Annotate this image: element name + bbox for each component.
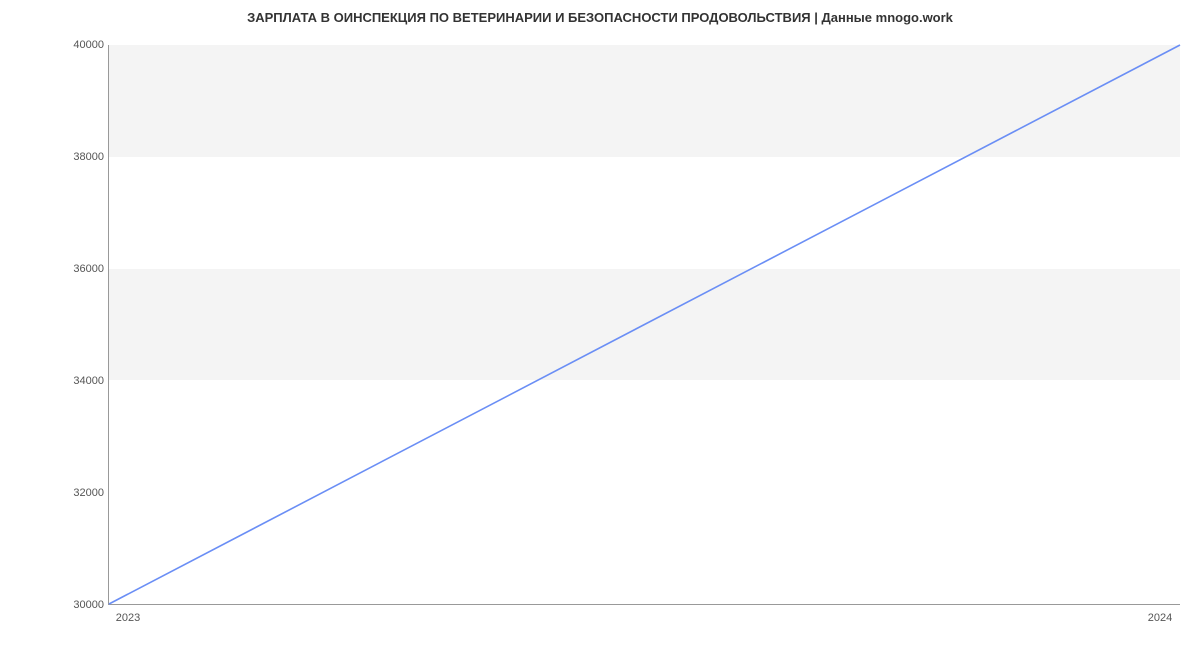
x-tick-label: 2024: [1148, 612, 1172, 624]
y-tick-label: 32000: [44, 487, 104, 499]
y-tick-label: 34000: [44, 375, 104, 387]
x-tick-label: 2023: [116, 612, 140, 624]
y-tick-label: 30000: [44, 599, 104, 611]
y-tick-label: 38000: [44, 151, 104, 163]
y-tick-label: 36000: [44, 263, 104, 275]
chart-root: ЗАРПЛАТА В ОИНСПЕКЦИЯ ПО ВЕТЕРИНАРИИ И Б…: [0, 0, 1200, 650]
line-svg: [109, 45, 1180, 604]
series-line: [109, 45, 1180, 604]
chart-title: ЗАРПЛАТА В ОИНСПЕКЦИЯ ПО ВЕТЕРИНАРИИ И Б…: [0, 10, 1200, 25]
plot-area: [108, 45, 1180, 605]
y-tick-label: 40000: [44, 39, 104, 51]
